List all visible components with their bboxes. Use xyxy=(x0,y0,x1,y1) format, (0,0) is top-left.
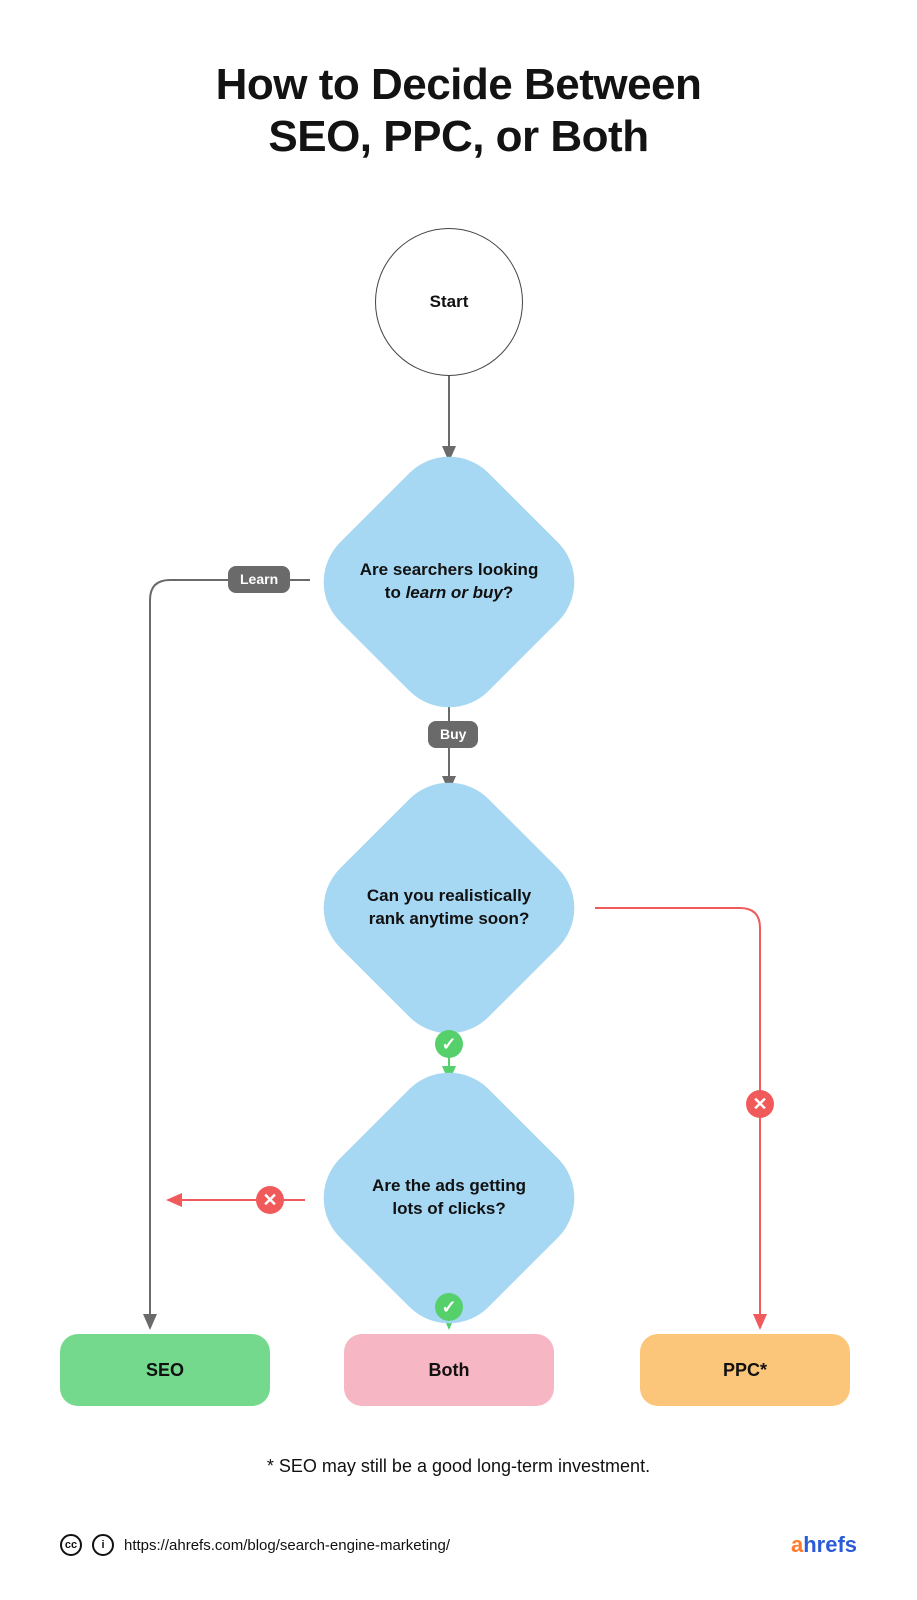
decision-can-rank: Can you realistically rank anytime soon? xyxy=(301,760,598,1057)
flowchart: How to Decide Between SEO, PPC, or Both xyxy=(0,0,917,1600)
logo-a: a xyxy=(791,1532,803,1557)
footer: cc i https://ahrefs.com/blog/search-engi… xyxy=(60,1532,857,1558)
source-url: https://ahrefs.com/blog/search-engine-ma… xyxy=(124,1537,450,1554)
check-icon: ✓ xyxy=(435,1030,463,1058)
check-icon: ✓ xyxy=(435,1293,463,1321)
page-title-line2: SEO, PPC, or Both xyxy=(0,112,917,163)
cc-icon: cc xyxy=(60,1534,82,1556)
x-icon: ✕ xyxy=(746,1090,774,1118)
footer-left: cc i https://ahrefs.com/blog/search-engi… xyxy=(60,1534,450,1556)
by-icon: i xyxy=(92,1534,114,1556)
ahrefs-logo: ahrefs xyxy=(791,1532,857,1558)
outcome-seo: SEO xyxy=(60,1334,270,1406)
decision-ads-clicks-text: Are the ads getting lots of clicks? xyxy=(359,1175,539,1221)
start-node: Start xyxy=(375,228,523,376)
decision-learn-or-buy: Are searchers looking to learn or buy? xyxy=(301,434,598,731)
d1-em: learn or buy xyxy=(406,583,503,602)
outcome-both: Both xyxy=(344,1334,554,1406)
decision-learn-or-buy-text: Are searchers looking to learn or buy? xyxy=(359,559,539,605)
decision-can-rank-text: Can you realistically rank anytime soon? xyxy=(359,885,539,931)
outcome-ppc: PPC* xyxy=(640,1334,850,1406)
logo-rest: hrefs xyxy=(803,1532,857,1557)
d1-suffix: ? xyxy=(503,583,513,602)
footnote: * SEO may still be a good long-term inve… xyxy=(0,1456,917,1477)
x-icon: ✕ xyxy=(256,1186,284,1214)
edge-label-learn: Learn xyxy=(228,566,290,593)
start-label: Start xyxy=(430,292,469,312)
edge-label-buy: Buy xyxy=(428,721,478,748)
page-title-line1: How to Decide Between xyxy=(0,60,917,111)
